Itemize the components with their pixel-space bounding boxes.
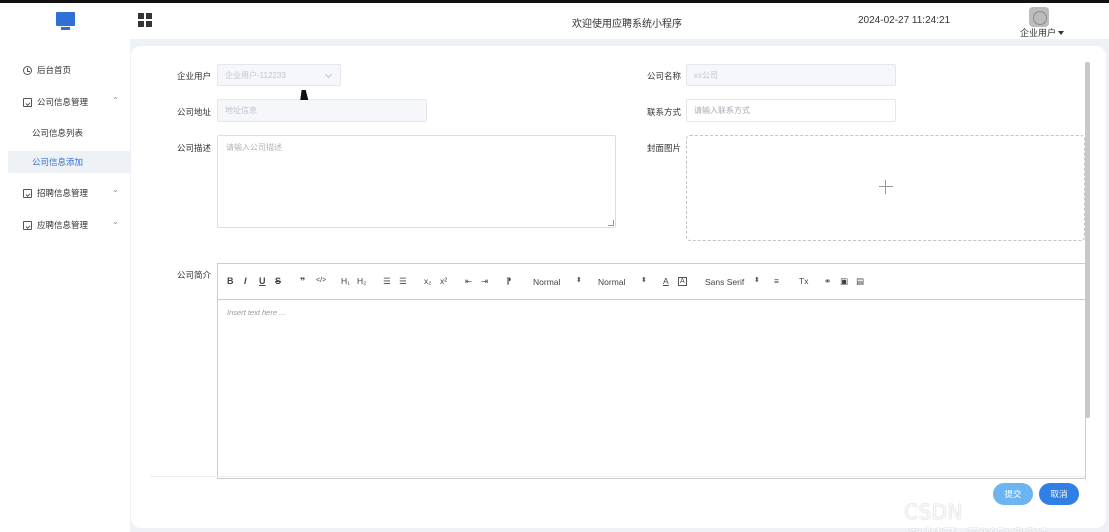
editor-toolbar: B I U S ❞ </> H₁ H₂ ☰ ☰ x₂ x² ⇤ ⇥ ⁋ Norm… — [218, 264, 1085, 300]
outdent-button[interactable]: ⇤ — [465, 276, 472, 287]
sidebar-item-label: 应聘信息管理 — [37, 220, 89, 230]
resize-handle-icon[interactable] — [608, 220, 614, 226]
box-icon — [23, 188, 32, 198]
font-family-value: Sans Serif — [705, 277, 745, 287]
company-name-input[interactable]: xx公司 — [686, 64, 896, 86]
clock-icon — [23, 65, 32, 75]
chevron-up-icon: ⌃ — [112, 96, 119, 105]
mouse-cursor-icon — [300, 90, 310, 100]
font-size-value: Normal — [533, 277, 561, 287]
italic-button[interactable]: I — [244, 276, 247, 286]
description-label: 公司描述 — [177, 143, 212, 153]
ordered-list-button[interactable]: ☰ — [383, 276, 391, 287]
sidebar-item-company-info[interactable]: 公司信息管理 ⌃ — [0, 91, 130, 113]
editor-placeholder[interactable]: Insert text here ... — [227, 308, 285, 317]
sidebar-item-home[interactable]: 后台首页 — [0, 59, 130, 81]
enterprise-user-value: 企业用户-112233 — [225, 70, 286, 80]
h1-button[interactable]: H₁ — [341, 276, 350, 286]
sidebar-item-company-list[interactable]: 公司信息列表 — [0, 122, 130, 144]
avatar[interactable] — [1029, 7, 1049, 27]
indent-button[interactable]: ⇥ — [481, 276, 488, 287]
background-color-button[interactable]: A — [678, 277, 687, 286]
app-header: 欢迎使用应聘系统小程序 2024-02-27 11:24:21 企业用户 — [0, 3, 1109, 39]
plus-icon — [879, 180, 893, 194]
enterprise-user-select[interactable]: 企业用户-112233 — [217, 64, 341, 86]
sidebar-item-label: 后台首页 — [37, 65, 72, 75]
chevron-down-icon: ⌄ — [112, 217, 119, 226]
clean-format-button[interactable]: Tx — [799, 276, 808, 286]
sidebar-item-company-add[interactable]: 公司信息添加 — [8, 151, 130, 173]
sidebar-item-label: 公司信息添加 — [32, 157, 84, 167]
bullet-list-button[interactable]: ☰ — [399, 276, 407, 287]
enterprise-user-label: 企业用户 — [177, 71, 212, 81]
description-placeholder: 请输入公司描述 — [226, 143, 282, 152]
scrollbar[interactable] — [1085, 62, 1090, 418]
contact-input[interactable]: 请输入联系方式 — [686, 99, 896, 122]
chevron-down-icon: ⌄ — [112, 185, 119, 194]
video-button[interactable]: ▤ — [856, 276, 864, 287]
address-value: 地址信息 — [225, 106, 257, 115]
link-button[interactable]: ⚭ — [824, 276, 831, 287]
subscript-button[interactable]: x₂ — [424, 276, 432, 286]
font-size-select[interactable]: Normal ⬍ — [533, 277, 582, 287]
underline-button[interactable]: U — [259, 276, 266, 286]
description-textarea[interactable]: 请输入公司描述 — [217, 135, 616, 228]
sidebar-item-label: 招聘信息管理 — [37, 188, 89, 198]
updown-icon: ⬍ — [641, 277, 647, 284]
sidebar-item-application[interactable]: 应聘信息管理 ⌄ — [0, 214, 130, 236]
font-color-button[interactable]: A — [663, 276, 669, 286]
sidebar: 后台首页 公司信息管理 ⌃ 公司信息列表 公司信息添加 招聘信息管理 ⌄ 应聘信… — [0, 39, 130, 532]
cover-image-upload[interactable] — [686, 135, 1085, 241]
cover-image-label: 封面图片 — [647, 143, 682, 153]
sidebar-item-label: 公司信息管理 — [37, 97, 89, 107]
blockquote-button[interactable]: ❞ — [300, 276, 305, 287]
box-icon — [23, 97, 32, 107]
divider — [150, 476, 1085, 477]
bold-button[interactable]: B — [227, 276, 234, 286]
current-datetime: 2024-02-27 11:24:21 — [858, 15, 951, 26]
strike-button[interactable]: S — [275, 276, 281, 286]
sidebar-item-label: 公司信息列表 — [32, 128, 84, 138]
text-direction-button[interactable]: ⁋ — [506, 276, 511, 287]
address-input[interactable]: 地址信息 — [217, 99, 427, 122]
monitor-logo-icon[interactable] — [56, 12, 75, 30]
rich-text-editor: B I U S ❞ </> H₁ H₂ ☰ ☰ x₂ x² ⇤ ⇥ ⁋ Norm… — [217, 263, 1086, 479]
contact-label: 联系方式 — [647, 107, 682, 117]
image-button[interactable]: ▣ — [840, 276, 848, 287]
company-name-value: xx公司 — [694, 70, 718, 80]
header-select[interactable]: Normal ⬍ — [598, 277, 647, 287]
align-button[interactable]: ≡ — [774, 276, 779, 286]
user-menu-dropdown[interactable]: 企业用户 — [1020, 26, 1065, 39]
grid-menu-icon[interactable] — [138, 13, 152, 27]
chevron-down-icon — [324, 70, 333, 79]
address-label: 公司地址 — [177, 107, 212, 117]
code-block-button[interactable]: </> — [316, 277, 326, 284]
header-value: Normal — [598, 277, 626, 287]
contact-placeholder: 请输入联系方式 — [694, 106, 750, 115]
intro-label: 公司简介 — [177, 270, 212, 280]
superscript-button[interactable]: x² — [440, 276, 447, 286]
updown-icon: ⬍ — [754, 277, 760, 284]
caret-down-icon — [1058, 30, 1065, 35]
font-family-select[interactable]: Sans Serif ⬍ — [705, 277, 760, 287]
box-icon — [23, 220, 32, 230]
sidebar-item-recruitment[interactable]: 招聘信息管理 ⌄ — [0, 182, 130, 204]
user-menu-label: 企业用户 — [1020, 28, 1057, 38]
company-name-label: 公司名称 — [647, 71, 682, 81]
watermark: CSDN @MZ_ZXD001 — [904, 500, 1050, 532]
h2-button[interactable]: H₂ — [357, 276, 366, 286]
updown-icon: ⬍ — [576, 277, 582, 284]
welcome-text: 欢迎使用应聘系统小程序 — [572, 19, 682, 30]
